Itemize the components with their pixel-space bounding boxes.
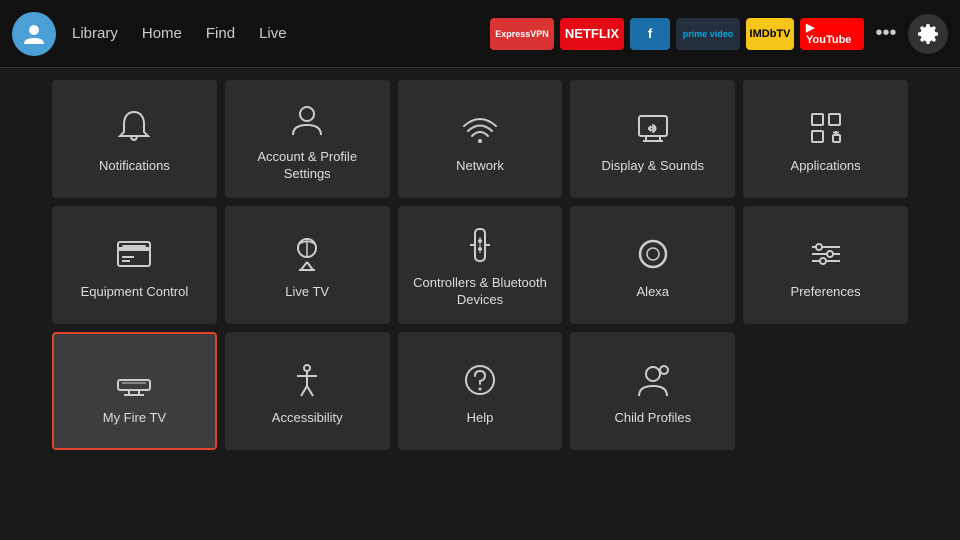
app-prime-video[interactable]: prime video — [676, 18, 740, 50]
grid-item-help[interactable]: Help — [398, 332, 563, 450]
grid-item-accessibility[interactable]: Accessibility — [225, 332, 390, 450]
account-profile-label: Account & Profile Settings — [233, 149, 382, 183]
grid-item-account-profile[interactable]: Account & Profile Settings — [225, 80, 390, 198]
equipment-control-label: Equipment Control — [81, 284, 189, 301]
navbar: Library Home Find Live ExpressVPN NETFLI… — [0, 0, 960, 68]
nav-library[interactable]: Library — [72, 25, 118, 42]
notifications-label: Notifications — [99, 158, 170, 175]
applications-label: Applications — [791, 158, 861, 175]
grid-item-display-sounds[interactable]: Display & Sounds — [570, 80, 735, 198]
network-label: Network — [456, 158, 504, 175]
nav-find[interactable]: Find — [206, 25, 235, 42]
grid-item-alexa[interactable]: Alexa — [570, 206, 735, 324]
more-apps-button[interactable]: ••• — [868, 16, 904, 52]
settings-grid: Notifications Account & Profile Settings… — [52, 80, 908, 450]
grid-item-preferences[interactable]: Preferences — [743, 206, 908, 324]
display-sounds-label: Display & Sounds — [601, 158, 704, 175]
preferences-label: Preferences — [791, 284, 861, 301]
help-label: Help — [467, 410, 494, 427]
user-avatar[interactable] — [12, 12, 56, 56]
controllers-bluetooth-label: Controllers & Bluetooth Devices — [406, 275, 555, 309]
grid-item-applications[interactable]: Applications — [743, 80, 908, 198]
grid-item-network[interactable]: Network — [398, 80, 563, 198]
settings-main: Notifications Account & Profile Settings… — [0, 68, 960, 462]
grid-item-notifications[interactable]: Notifications — [52, 80, 217, 198]
live-tv-label: Live TV — [285, 284, 329, 301]
grid-item-equipment-control[interactable]: Equipment Control — [52, 206, 217, 324]
nav-apps: ExpressVPN NETFLIX f prime video IMDbTV … — [490, 18, 864, 50]
app-freevee[interactable]: f — [630, 18, 670, 50]
nav-live[interactable]: Live — [259, 25, 287, 42]
app-youtube[interactable]: ▶ YouTube — [800, 18, 864, 50]
grid-item-child-profiles[interactable]: Child Profiles — [570, 332, 735, 450]
app-imdb-tv[interactable]: IMDbTV — [746, 18, 794, 50]
child-profiles-label: Child Profiles — [614, 410, 691, 427]
nav-home[interactable]: Home — [142, 25, 182, 42]
nav-links: Library Home Find Live — [72, 25, 287, 42]
grid-item-my-fire-tv[interactable]: My Fire TV — [52, 332, 217, 450]
alexa-label: Alexa — [637, 284, 670, 301]
grid-item-controllers-bluetooth[interactable]: Controllers & Bluetooth Devices — [398, 206, 563, 324]
app-netflix[interactable]: NETFLIX — [560, 18, 624, 50]
accessibility-label: Accessibility — [272, 410, 343, 427]
my-fire-tv-label: My Fire TV — [103, 410, 166, 427]
app-expressvpn[interactable]: ExpressVPN — [490, 18, 554, 50]
app-container: Library Home Find Live ExpressVPN NETFLI… — [0, 0, 960, 462]
grid-item-live-tv[interactable]: Live TV — [225, 206, 390, 324]
settings-button[interactable] — [908, 14, 948, 54]
